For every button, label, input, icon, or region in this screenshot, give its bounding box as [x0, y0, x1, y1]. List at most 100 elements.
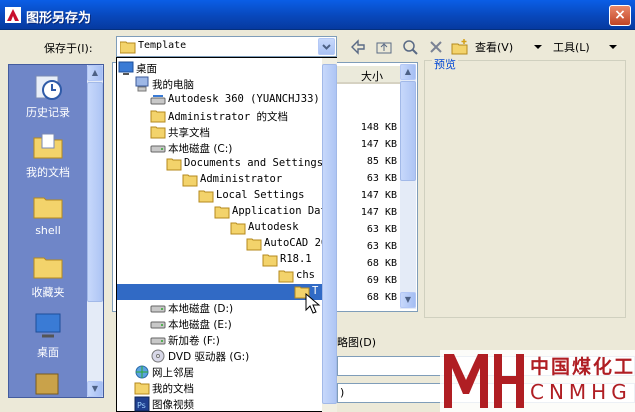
delete-icon[interactable] — [426, 37, 446, 57]
folder-icon — [33, 197, 63, 219]
tree-item-local-disk-e[interactable]: 本地磁盘 (E:) — [150, 316, 318, 332]
file-type-text: ) — [340, 386, 345, 399]
tree-item-label: 网上邻居 — [152, 367, 194, 379]
places-scrollbar[interactable]: ▲ ▼ — [87, 65, 103, 397]
dvd-icon — [151, 349, 165, 363]
file-size: 69 KB — [366, 275, 397, 286]
file-size: 147 KB — [360, 190, 397, 201]
my-documents-icon — [33, 133, 63, 159]
place-favorites[interactable]: 收藏夹 — [8, 250, 88, 300]
tree-item-label: Administrator 的文档 — [168, 111, 289, 123]
photoshop-icon: Ps — [134, 396, 150, 412]
title-bar[interactable]: 图形另存为 × — [0, 0, 635, 30]
dropdown-scrollbar[interactable] — [322, 58, 337, 412]
preview-label: 预览 — [432, 56, 458, 72]
scroll-thumb[interactable] — [400, 81, 416, 181]
tree-item-label: 桌面 — [136, 63, 157, 75]
tree-item-admin-documents[interactable]: Administrator 的文档 — [150, 108, 318, 124]
tree-item-label: Local Settings — [216, 189, 305, 201]
tree-item-dvd-drive-g[interactable]: DVD 驱动器 (G:) — [150, 348, 318, 364]
tree-item-local-disk-d[interactable]: 本地磁盘 (D:) — [150, 300, 318, 316]
scroll-down-button[interactable]: ▼ — [87, 381, 103, 397]
tree-item-label: 新加卷 (F:) — [168, 335, 220, 347]
file-size: 63 KB — [366, 241, 397, 252]
file-size: 68 KB — [366, 258, 397, 269]
tree-item-label: Application Dat — [232, 205, 322, 217]
folder-icon — [230, 222, 246, 235]
tree-item-label: 本地磁盘 (C:) — [168, 143, 233, 155]
tree-item-documents-and-settings[interactable]: Documents and Settings — [166, 156, 323, 172]
tree-item-local-settings[interactable]: Local Settings — [198, 188, 318, 204]
scroll-up-button[interactable]: ▲ — [87, 65, 103, 81]
size-column-header[interactable]: 大小 — [337, 66, 402, 84]
tree-item-label: chs — [296, 269, 315, 281]
network-icon — [135, 365, 149, 379]
desktop-icon — [118, 61, 134, 75]
folder-icon — [166, 158, 182, 171]
tree-item-template-selected[interactable]: T — [117, 284, 322, 300]
folder-icon — [150, 126, 166, 139]
autocad-app-icon — [5, 7, 21, 23]
place-label: shell — [35, 224, 61, 237]
watermark-english-text: CNMHG — [530, 380, 632, 404]
folder-icon — [214, 206, 230, 219]
tree-item-my-computer[interactable]: 我的电脑 — [134, 76, 318, 92]
place-desktop[interactable]: 桌面 — [8, 310, 88, 360]
thumbnail-checkbox-label[interactable]: 略图(D) — [337, 334, 376, 350]
place-history[interactable]: 历史记录 — [8, 70, 88, 120]
tree-item-local-disk-c[interactable]: 本地磁盘 (C:) — [150, 140, 318, 156]
place-my-documents[interactable]: 我的文档 — [8, 130, 88, 180]
file-list-scrollbar[interactable]: ▲ ▼ — [400, 64, 416, 309]
tree-item-image-video[interactable]: Ps 图像视频 — [134, 396, 318, 412]
file-size: 148 KB — [360, 122, 397, 133]
tree-item-label: AutoCAD 20 — [264, 237, 322, 249]
tree-item-label: 本地磁盘 (E:) — [168, 319, 232, 331]
scroll-down-button[interactable]: ▼ — [400, 292, 416, 308]
tree-item-label: Autodesk 360 (YUANCHJ33) — [168, 93, 320, 105]
tree-item-shared-documents[interactable]: 共享文档 — [150, 124, 318, 140]
new-folder-icon[interactable] — [450, 37, 470, 57]
tree-item-label: 我的电脑 — [152, 79, 194, 91]
place-label: 桌面 — [37, 346, 59, 359]
computer-icon — [135, 76, 149, 92]
tools-menu[interactable]: 工具(L) — [553, 39, 590, 55]
tree-item-label: Administrator — [200, 173, 283, 185]
disk-icon — [150, 305, 166, 313]
views-dropdown-arrow-icon[interactable] — [528, 37, 548, 57]
scroll-up-button[interactable]: ▲ — [400, 64, 416, 80]
up-folder-icon[interactable] — [374, 37, 394, 57]
folder-icon — [278, 270, 294, 283]
tree-item-my-documents[interactable]: 我的文档 — [134, 380, 318, 396]
network-drive-icon — [150, 95, 166, 105]
tree-item-application-data[interactable]: Application Dat — [214, 204, 322, 220]
tree-item-network-places[interactable]: 网上邻居 — [134, 364, 318, 380]
place-shell[interactable]: shell — [8, 190, 88, 237]
tree-item-autodesk-360[interactable]: Autodesk 360 (YUANCHJ33) — [150, 92, 320, 108]
tree-item-autocad[interactable]: AutoCAD 20 — [246, 236, 322, 252]
tree-item-r18-1[interactable]: R18.1 — [262, 252, 318, 268]
search-web-icon[interactable] — [400, 37, 420, 57]
back-arrow-icon[interactable] — [348, 37, 368, 57]
file-size: 85 KB — [366, 156, 397, 167]
window-title: 图形另存为 — [26, 11, 92, 26]
partial-place-icon — [35, 373, 59, 395]
tools-dropdown-arrow-icon[interactable] — [603, 37, 623, 57]
scroll-thumb[interactable] — [322, 64, 337, 404]
watermark-chinese-text: 中国煤化工 — [530, 356, 635, 378]
tree-item-desktop[interactable]: 桌面 — [118, 60, 318, 76]
combobox-dropdown-button[interactable] — [318, 38, 335, 55]
preview-panel — [424, 60, 626, 318]
scroll-thumb[interactable] — [87, 82, 103, 302]
save-in-combobox[interactable]: Template — [116, 36, 337, 57]
tree-item-chs[interactable]: chs — [278, 268, 318, 284]
tree-item-administrator[interactable]: Administrator — [182, 172, 318, 188]
tree-item-new-volume-f[interactable]: 新加卷 (F:) — [150, 332, 318, 348]
tree-item-autodesk[interactable]: Autodesk — [230, 220, 318, 236]
tree-item-label: 我的文档 — [152, 383, 194, 395]
tree-item-label: DVD 驱动器 (G:) — [168, 351, 250, 363]
my-documents-icon — [134, 382, 150, 395]
folder-icon — [120, 41, 136, 54]
place-label: 我的文档 — [26, 166, 70, 179]
close-button[interactable]: × — [609, 5, 631, 26]
views-menu[interactable]: 查看(V) — [475, 39, 513, 55]
